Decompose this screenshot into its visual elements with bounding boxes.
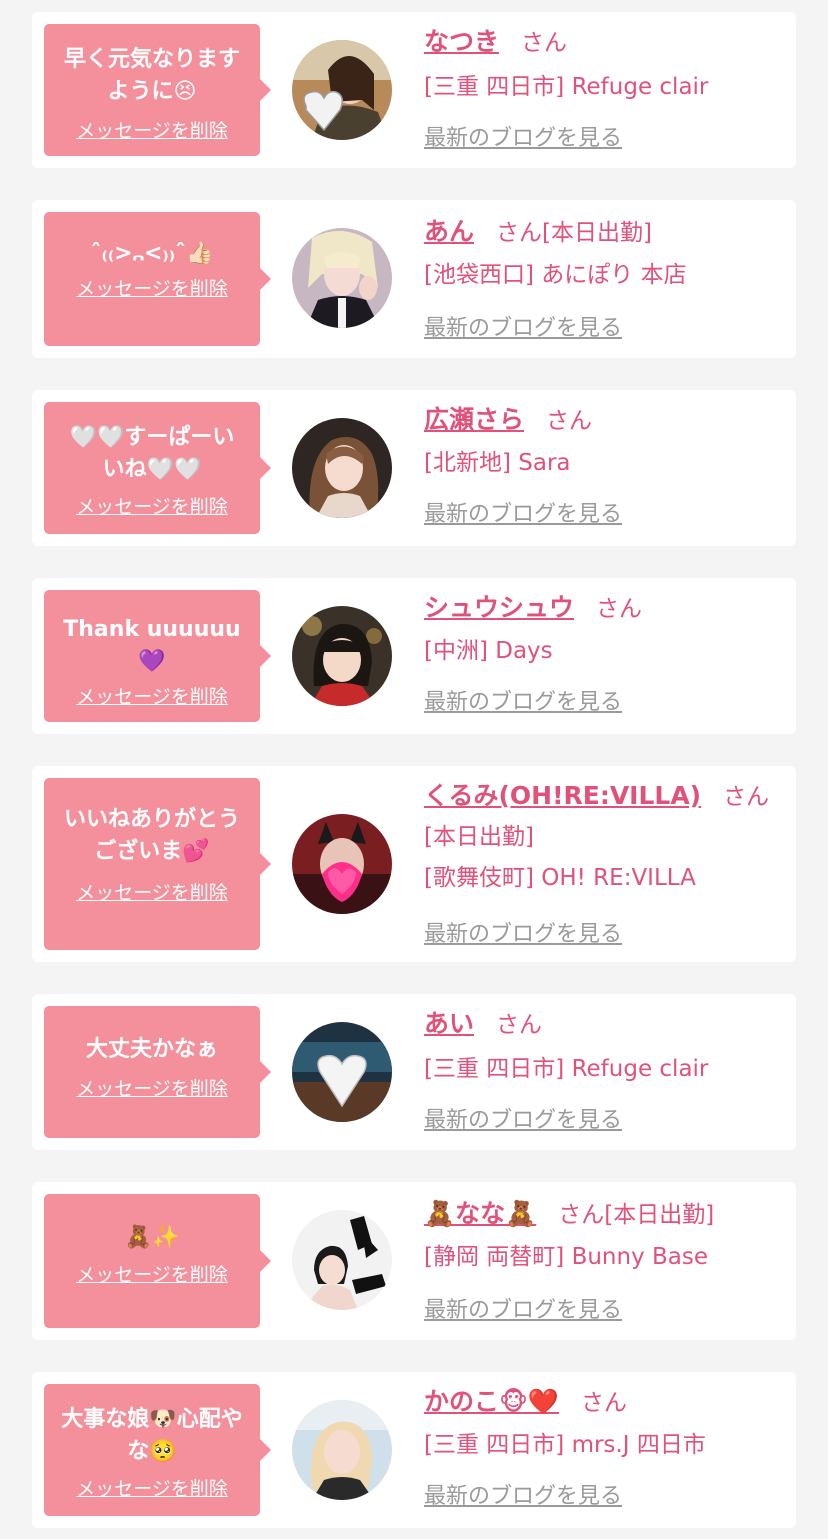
message-bubble: Thank uuuuuu💜 メッセージを削除 [44,590,271,722]
message-text: 大丈夫かなぁ [85,1037,218,1062]
cast-info: くるみ(OH!RE:VILLA) さん [本日出勤] [歌舞伎町] OH! RE:… [424,776,788,947]
latest-blog-link[interactable]: 最新のブログを見る [424,684,622,716]
avatar[interactable] [292,40,392,140]
message-card: Thank uuuuuu💜 メッセージを削除 シュウシュウ さん [中洲] Day… [32,578,796,734]
san-label: さん [546,408,593,434]
message-card: 大事な娘🐶心配や な🥺 メッセージを削除 かのこ🐵❤️ さん [三重 四日市] m… [32,1372,796,1528]
shop-label: [静岡 両替町] Bunny Base [424,1244,709,1270]
message-bubble: 早く元気なります ように😣 メッセージを削除 [44,24,271,156]
cast-name-link[interactable]: くるみ(OH!RE:VILLA) [424,781,701,810]
message-bubble: 🤍🤍すーぱーい いね🤍🤍 メッセージを削除 [44,402,271,534]
avatar[interactable] [292,1022,392,1122]
message-text: 🧸✨ [124,1225,180,1250]
message-text: いいねありがとう ございま💕 [63,807,240,864]
status-badge: [本日出勤] [424,824,534,850]
san-label: さん [496,220,543,246]
message-card: 早く元気なります ように😣 メッセージを削除 なつき さん [三重 四日市] Re… [32,12,796,168]
cast-info: 🧸なな🧸 さん[本日出勤] [静岡 両替町] Bunny Base 最新のブログを… [424,1194,788,1323]
delete-message-link[interactable]: メッセージを削除 [44,1074,260,1101]
shop-label: [三重 四日市] Refuge clair [424,74,709,100]
cast-info: なつき さん [三重 四日市] Refuge clair 最新のブログを見る [424,22,788,151]
cast-name-link[interactable]: かのこ🐵❤️ [424,1387,559,1416]
san-label: さん [558,1202,605,1228]
delete-message-link[interactable]: メッセージを削除 [44,492,260,519]
message-bubble: 🧸✨ メッセージを削除 [44,1194,271,1328]
message-bubble: 大事な娘🐶心配や な🥺 メッセージを削除 [44,1384,271,1516]
message-bubble: 大丈夫かなぁ メッセージを削除 [44,1006,271,1138]
san-label: さん [723,784,770,810]
delete-message-link[interactable]: メッセージを削除 [44,116,260,143]
latest-blog-link[interactable]: 最新のブログを見る [424,1292,622,1324]
delete-message-link[interactable]: メッセージを削除 [44,1474,260,1501]
delete-message-link[interactable]: メッセージを削除 [44,682,260,709]
avatar[interactable] [292,228,392,328]
cast-name-link[interactable]: 🧸なな🧸 [424,1199,536,1228]
shop-label: [三重 四日市] mrs.J 四日市 [424,1432,706,1458]
message-card: 大丈夫かなぁ メッセージを削除 あい さん [三重 四日市] Refuge cla… [32,994,796,1150]
avatar[interactable] [292,606,392,706]
message-card: ˆ₍₍>᎔<₎₎ˆ👍🏻 メッセージを削除 あん さん[本日出勤] [池袋西口] あ… [32,200,796,358]
shop-label: [北新地] Sara [424,450,571,476]
message-bubble: いいねありがとう ございま💕 メッセージを削除 [44,778,271,950]
latest-blog-link[interactable]: 最新のブログを見る [424,120,622,152]
cast-info: あい さん [三重 四日市] Refuge clair 最新のブログを見る [424,1004,788,1133]
shop-label: [池袋西口] あにぽり 本店 [424,262,687,288]
delete-message-link[interactable]: メッセージを削除 [44,878,260,905]
latest-blog-link[interactable]: 最新のブログを見る [424,310,622,342]
message-text: 大事な娘🐶心配や な🥺 [61,1407,243,1464]
shop-label: [歌舞伎町] OH! RE:VILLA [424,865,696,891]
message-card: 🧸✨ メッセージを削除 🧸なな🧸 さん[本日出勤] [静岡 両替町] Bunny … [32,1182,796,1340]
message-list: 早く元気なります ように😣 メッセージを削除 なつき さん [三重 四日市] Re… [0,0,828,1539]
status-badge: [本日出勤] [604,1202,715,1228]
san-label: さん [581,1390,628,1416]
san-label: さん [521,30,568,56]
latest-blog-link[interactable]: 最新のブログを見る [424,1102,622,1134]
delete-message-link[interactable]: メッセージを削除 [44,274,260,301]
status-badge: [本日出勤] [542,220,652,246]
cast-name-link[interactable]: シュウシュウ [424,593,574,622]
avatar[interactable] [292,418,392,518]
cast-name-link[interactable]: あい [424,1009,474,1038]
cast-info: 広瀬さら さん [北新地] Sara 最新のブログを見る [424,400,788,527]
san-label: さん [496,1012,543,1038]
cast-info: かのこ🐵❤️ さん [三重 四日市] mrs.J 四日市 最新のブログを見る [424,1382,788,1509]
latest-blog-link[interactable]: 最新のブログを見る [424,1478,622,1510]
avatar[interactable] [292,1210,392,1310]
message-bubble: ˆ₍₍>᎔<₎₎ˆ👍🏻 メッセージを削除 [44,212,271,346]
latest-blog-link[interactable]: 最新のブログを見る [424,916,622,948]
avatar[interactable] [292,1400,392,1500]
message-text: Thank uuuuuu💜 [63,617,241,674]
san-label: さん [596,596,643,622]
cast-info: シュウシュウ さん [中洲] Days 最新のブログを見る [424,588,788,715]
message-card: いいねありがとう ございま💕 メッセージを削除 くるみ(OH!RE:VILLA)… [32,766,796,962]
cast-name-link[interactable]: 広瀬さら [424,405,524,434]
avatar[interactable] [292,814,392,914]
shop-label: [三重 四日市] Refuge clair [424,1056,709,1082]
latest-blog-link[interactable]: 最新のブログを見る [424,496,622,528]
message-card: 🤍🤍すーぱーい いね🤍🤍 メッセージを削除 広瀬さら さん [北新地] Sara … [32,390,796,546]
cast-info: あん さん[本日出勤] [池袋西口] あにぽり 本店 最新のブログを見る [424,212,788,341]
message-text: ˆ₍₍>᎔<₎₎ˆ👍🏻 [90,241,214,266]
shop-label: [中洲] Days [424,638,553,664]
message-text: 早く元気なります ように😣 [63,47,240,104]
cast-name-link[interactable]: あん [424,217,474,246]
delete-message-link[interactable]: メッセージを削除 [44,1260,260,1287]
message-text: 🤍🤍すーぱーい いね🤍🤍 [69,425,235,482]
cast-name-link[interactable]: なつき [424,27,499,56]
